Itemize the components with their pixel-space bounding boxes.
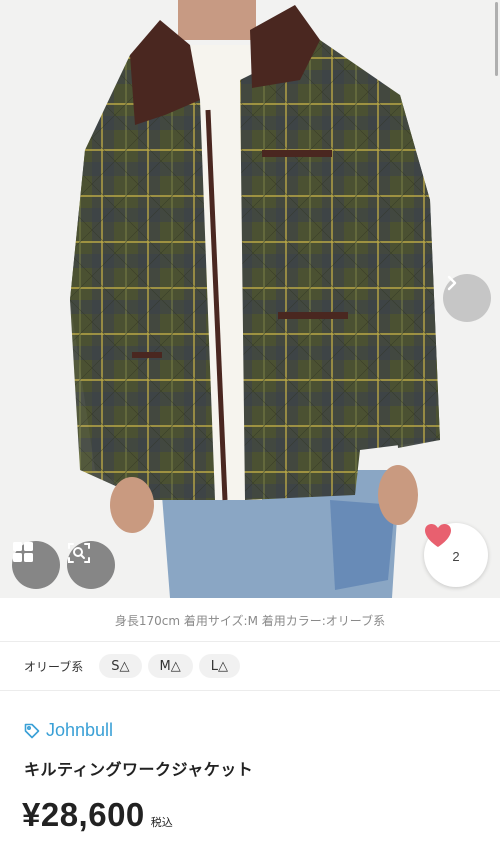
size-chip-l[interactable]: L△ bbox=[198, 654, 240, 678]
brand-link[interactable]: Johnbull bbox=[24, 720, 113, 741]
size-chip-s[interactable]: S△ bbox=[99, 654, 142, 678]
price-value: ¥28,600 bbox=[22, 796, 145, 833]
product-image[interactable]: 2 bbox=[0, 0, 500, 598]
product-title: キルティングワークジャケット bbox=[24, 760, 254, 779]
scrollbar[interactable] bbox=[495, 2, 498, 76]
color-label: オリーブ系 bbox=[24, 659, 84, 674]
image-grid-button[interactable] bbox=[12, 541, 60, 589]
size-chip-m[interactable]: M△ bbox=[147, 654, 193, 678]
image-caption: 身長170cm 着用サイズ:M 着用カラー:オリーブ系 bbox=[0, 599, 500, 642]
variant-row: オリーブ系 S△ M△ L△ bbox=[0, 642, 500, 691]
image-search-button[interactable] bbox=[67, 541, 115, 589]
jacket-photo bbox=[0, 0, 500, 598]
next-image-button[interactable] bbox=[443, 274, 491, 322]
favorite-count: 2 bbox=[452, 548, 460, 564]
tag-icon bbox=[24, 723, 40, 739]
tax-label: 税込 bbox=[150, 816, 173, 829]
brand-name: Johnbull bbox=[46, 720, 114, 740]
price: ¥28,600 税込 bbox=[22, 796, 173, 834]
favorite-button[interactable]: 2 bbox=[424, 523, 488, 587]
